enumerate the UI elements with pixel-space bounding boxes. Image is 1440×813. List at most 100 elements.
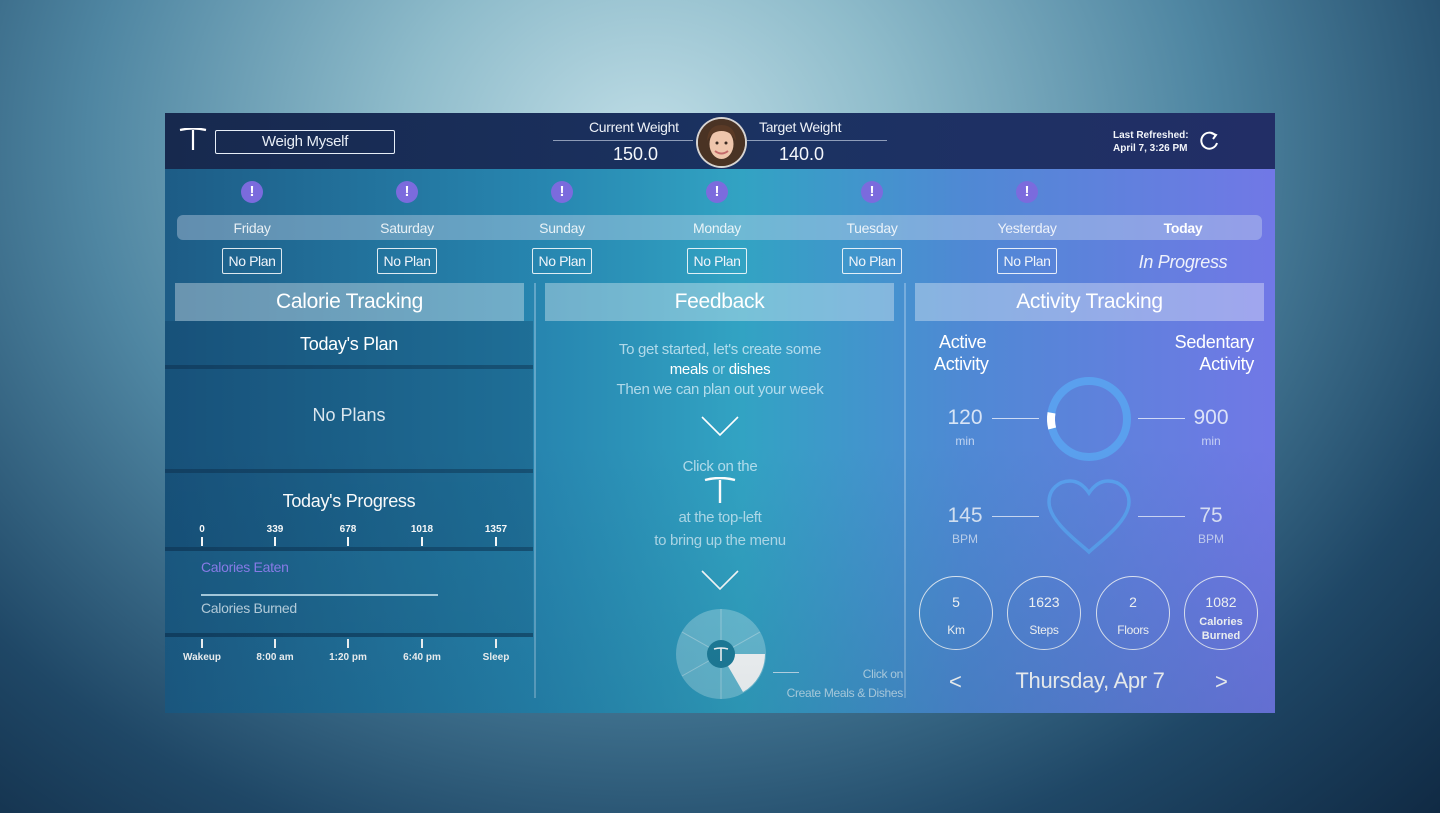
active-ring-segment bbox=[1047, 412, 1057, 430]
heart-icon bbox=[1047, 479, 1131, 555]
target-weight-label: Target Weight bbox=[759, 119, 842, 135]
last-refreshed: Last Refreshed: April 7, 3:26 PM bbox=[1113, 129, 1189, 155]
active-label-line1: Active bbox=[939, 332, 987, 352]
tab-saturday[interactable]: Saturday bbox=[347, 220, 467, 236]
tab-tuesday[interactable]: Tuesday bbox=[812, 220, 932, 236]
tab-friday[interactable]: Friday bbox=[192, 220, 312, 236]
time-scale-tick bbox=[421, 639, 423, 648]
floors-stat[interactable]: 2 Floors bbox=[1096, 576, 1170, 650]
bpm-right-connector bbox=[1138, 516, 1185, 517]
sedentary-minutes-unit: min bbox=[1201, 434, 1221, 448]
time-scale-tick bbox=[274, 639, 276, 648]
calorie-tracking-header[interactable]: Calorie Tracking bbox=[175, 283, 524, 321]
activity-tracking-header[interactable]: Activity Tracking bbox=[915, 283, 1264, 321]
alert-badge-tuesday[interactable]: ! bbox=[861, 181, 883, 203]
current-weight-value: 150.0 bbox=[613, 144, 659, 164]
alert-badge-monday[interactable]: ! bbox=[706, 181, 728, 203]
next-day-button[interactable]: > bbox=[1215, 669, 1228, 695]
calories-eaten-label: Calories Eaten bbox=[201, 559, 289, 575]
weigh-myself-button[interactable]: Weigh Myself bbox=[215, 130, 395, 154]
calorie-scale-tick bbox=[347, 537, 349, 546]
alert-badge-saturday[interactable]: ! bbox=[396, 181, 418, 203]
active-label-line2: Activity bbox=[934, 354, 989, 374]
calorie-scale-label: 1357 bbox=[484, 524, 508, 535]
weight-divider-left bbox=[553, 140, 693, 141]
top-left-text: at the top-left bbox=[678, 509, 762, 526]
last-refreshed-value: April 7, 3:26 PM bbox=[1113, 143, 1188, 154]
no-plan-button-yesterday[interactable]: No Plan bbox=[997, 248, 1057, 274]
calorie-scale-tick bbox=[495, 537, 497, 546]
no-plan-button-friday[interactable]: No Plan bbox=[222, 248, 282, 274]
refresh-icon[interactable] bbox=[1198, 130, 1220, 152]
time-scale-tick bbox=[347, 639, 349, 648]
steps-unit: Steps bbox=[1029, 623, 1059, 637]
dishes-link[interactable]: dishes bbox=[729, 361, 771, 378]
no-plan-button-tuesday[interactable]: No Plan bbox=[842, 248, 902, 274]
alert-badge-friday[interactable]: ! bbox=[241, 181, 263, 203]
time-label: 6:40 pm bbox=[403, 652, 441, 663]
avatar-portrait-icon bbox=[698, 119, 745, 166]
active-activity-label: Active Activity bbox=[934, 331, 989, 375]
sedentary-connector bbox=[1138, 418, 1185, 419]
steps-stat[interactable]: 1623 Steps bbox=[1007, 576, 1081, 650]
calories-burned-stat[interactable]: 1082 Calories Burned bbox=[1184, 576, 1258, 650]
calorie-scale-tick bbox=[274, 537, 276, 546]
floors-value: 2 bbox=[1129, 594, 1137, 610]
current-weight-label: Current Weight bbox=[589, 119, 679, 135]
weight-divider-right bbox=[747, 140, 887, 141]
bpm-right-value: 75 bbox=[1199, 504, 1223, 527]
calories-burned-value: 1082 bbox=[1205, 594, 1237, 610]
chevron-down-icon bbox=[701, 570, 739, 591]
calorie-separator bbox=[165, 633, 533, 637]
sedentary-label-line1: Sedentary bbox=[1174, 332, 1255, 352]
today-status: In Progress bbox=[1138, 252, 1228, 272]
feedback-header[interactable]: Feedback bbox=[545, 283, 894, 321]
meals-link[interactable]: meals bbox=[670, 361, 709, 378]
avatar[interactable] bbox=[696, 117, 747, 168]
feedback-intro-line: To get started, let's create some bbox=[618, 341, 822, 358]
calorie-scale-label: 339 bbox=[266, 524, 284, 535]
no-plan-button-monday[interactable]: No Plan bbox=[687, 248, 747, 274]
calories-burned-unit-line2: Burned bbox=[1201, 630, 1241, 642]
no-plan-button-saturday[interactable]: No Plan bbox=[377, 248, 437, 274]
calorie-scale-label: 678 bbox=[339, 524, 357, 535]
top-bar: Weigh Myself Current Weight 150.0 Target… bbox=[165, 113, 1275, 169]
click-on-the-text: Click on the bbox=[682, 458, 758, 475]
calorie-scale-tick bbox=[201, 537, 203, 546]
or-text: or bbox=[712, 361, 725, 378]
previous-day-button[interactable]: < bbox=[949, 669, 962, 695]
distance-stat[interactable]: 5 Km bbox=[919, 576, 993, 650]
sedentary-ring bbox=[1047, 377, 1131, 461]
menu-logo-icon[interactable] bbox=[179, 128, 207, 152]
active-minutes-value: 120 bbox=[947, 406, 983, 429]
no-plan-button-sunday[interactable]: No Plan bbox=[532, 248, 592, 274]
tab-sunday[interactable]: Sunday bbox=[502, 220, 622, 236]
alert-badge-sunday[interactable]: ! bbox=[551, 181, 573, 203]
click-on-hint: Click on bbox=[862, 667, 904, 681]
column-divider-right bbox=[904, 283, 906, 698]
app-window: Weigh Myself Current Weight 150.0 Target… bbox=[165, 113, 1275, 713]
activity-date: Thursday, Apr 7 bbox=[1015, 668, 1165, 693]
time-label: Sleep bbox=[482, 652, 510, 663]
todays-plan-title: Today's Plan bbox=[300, 334, 398, 354]
calories-burned-bar bbox=[201, 594, 438, 596]
chevron-down-icon bbox=[701, 416, 739, 437]
sedentary-label-line2: Activity bbox=[1199, 354, 1254, 374]
calorie-scale-label: 0 bbox=[199, 524, 205, 535]
time-label: Wakeup bbox=[183, 652, 221, 663]
time-scale-tick bbox=[201, 639, 203, 648]
sedentary-minutes-value: 900 bbox=[1193, 406, 1229, 429]
distance-unit: Km bbox=[947, 623, 965, 637]
alert-badge-yesterday[interactable]: ! bbox=[1016, 181, 1038, 203]
menu-wheel-icon[interactable] bbox=[675, 608, 767, 700]
target-weight-value: 140.0 bbox=[779, 144, 825, 164]
calories-burned-label: Calories Burned bbox=[201, 600, 297, 616]
tab-monday[interactable]: Monday bbox=[657, 220, 777, 236]
menu-logo-icon bbox=[704, 477, 736, 503]
floors-unit: Floors bbox=[1117, 623, 1149, 637]
calorie-scale-label: 1018 bbox=[410, 524, 434, 535]
tab-yesterday[interactable]: Yesterday bbox=[967, 220, 1087, 236]
calories-burned-unit-line1: Calories bbox=[1199, 616, 1243, 628]
last-refreshed-label: Last Refreshed: bbox=[1113, 130, 1189, 141]
tab-today[interactable]: Today bbox=[1123, 220, 1243, 236]
